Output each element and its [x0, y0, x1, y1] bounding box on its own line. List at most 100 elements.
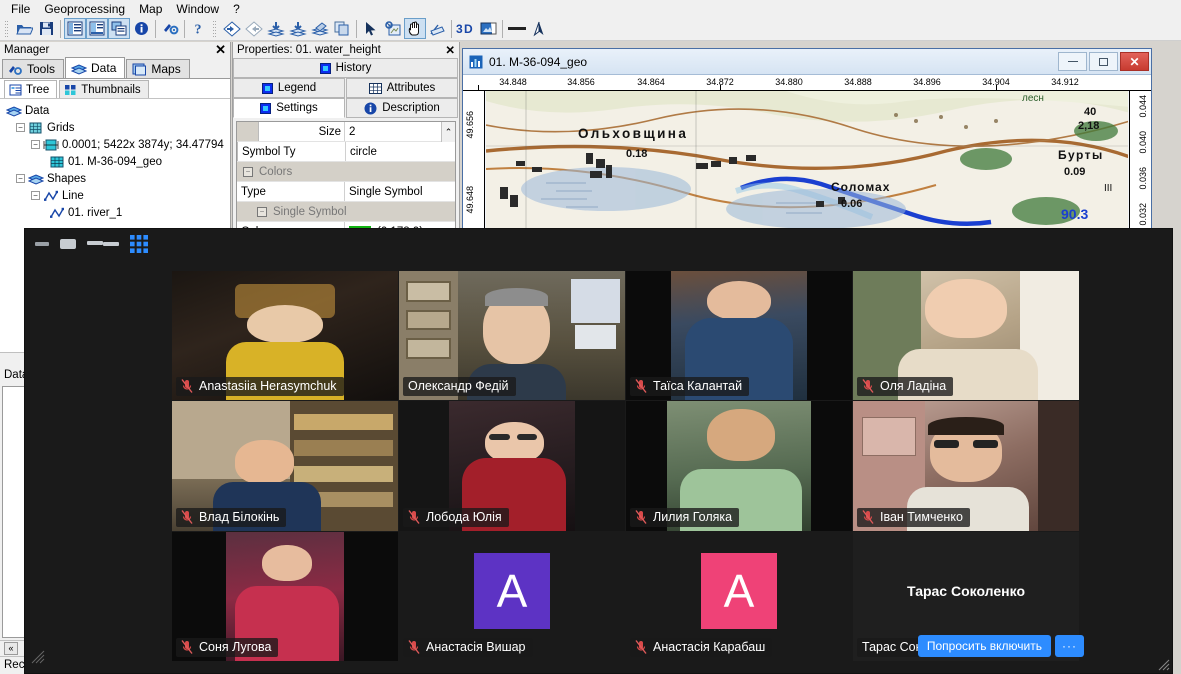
tab-description[interactable]: Description	[346, 98, 458, 118]
restore-button[interactable]	[60, 239, 76, 249]
property-row-size[interactable]: Size 2	[237, 122, 455, 142]
shapes-icon	[28, 173, 44, 185]
participant-tile[interactable]: A Анастасія Вишар	[399, 531, 625, 661]
participant-tile[interactable]: Олександр Федій	[399, 271, 625, 401]
tree-item-line[interactable]: − Line	[4, 187, 230, 204]
scalebar-icon[interactable]	[506, 18, 528, 39]
copy-map-icon[interactable]	[331, 18, 353, 39]
participant-tile[interactable]: Лилия Голяка	[626, 401, 852, 531]
tree-item-grids[interactable]: − Grids	[4, 119, 230, 136]
properties-grid[interactable]: ⌃ Size 2 Symbol Ty circle − Colors Type …	[236, 121, 456, 236]
menu-item-map[interactable]: Map	[132, 1, 169, 17]
next-map-icon[interactable]	[243, 18, 265, 39]
expander-icon[interactable]: −	[31, 140, 40, 149]
maximize-button[interactable]	[1089, 52, 1118, 71]
tree-item-river[interactable]: 01. river_1	[4, 204, 230, 221]
tool-settings-icon[interactable]	[159, 18, 181, 39]
y-tick-label: 0.040	[1138, 131, 1148, 154]
svg-text:0.06: 0.06	[841, 198, 862, 210]
close-icon[interactable]: ✕	[445, 43, 455, 57]
3d-view-icon[interactable]: 3D	[455, 18, 477, 39]
close-icon[interactable]: ✕	[215, 42, 226, 58]
property-group-colors[interactable]: − Colors	[237, 162, 455, 182]
tree-item-grid-layer[interactable]: 01. M-36-094_geo	[4, 153, 230, 170]
property-value[interactable]: 2	[345, 122, 455, 141]
map-canvas[interactable]: Ольховщина 0.18 Бурты 0.09 Соломах 0.06 …	[486, 91, 1128, 237]
expander-icon[interactable]: −	[16, 174, 25, 183]
save-icon[interactable]	[35, 18, 57, 39]
open-folder-icon[interactable]	[13, 18, 35, 39]
info-icon[interactable]	[130, 18, 152, 39]
property-value[interactable]: Single Symbol	[345, 182, 455, 201]
ask-to-unmute-button[interactable]: Попросить включить	[917, 635, 1051, 657]
add-layer-icon[interactable]	[287, 18, 309, 39]
tree-item-data[interactable]: Data	[4, 102, 230, 119]
participant-tile[interactable]: Оля Ладіна	[853, 271, 1079, 401]
close-button[interactable]: ✕	[1120, 52, 1149, 71]
menu-item-file[interactable]: File	[4, 1, 37, 17]
menu-item-window[interactable]: Window	[169, 1, 226, 17]
participant-tile-active[interactable]: Лобода Юлія	[399, 401, 625, 531]
participant-tile[interactable]: Anastasiia Herasymchuk	[172, 271, 398, 401]
tab-legend[interactable]: Legend	[233, 78, 345, 98]
participant-tile[interactable]: Іван Тимченко	[853, 401, 1079, 531]
menu-item-geoprocessing[interactable]: Geoprocessing	[37, 1, 132, 17]
subtab-thumbnails[interactable]: Thumbnails	[59, 80, 149, 98]
map-window-title-bar[interactable]: 01. M-36-094_geo ✕	[463, 49, 1151, 75]
select-pointer-icon[interactable]	[360, 18, 382, 39]
property-row-symbol-type[interactable]: Symbol Ty circle	[237, 142, 455, 162]
tree-item-grid-system[interactable]: − 0.0001; 5422x 3874y; 34.47794	[4, 136, 230, 153]
mic-off-icon	[635, 640, 647, 654]
previous-map-icon[interactable]	[221, 18, 243, 39]
tab-data[interactable]: Data	[65, 57, 126, 78]
svg-text:90.3: 90.3	[1061, 206, 1088, 222]
speaker-view-button[interactable]	[87, 241, 119, 247]
data-collapse-chevron-icon[interactable]: «	[4, 642, 18, 655]
scroll-indicator[interactable]	[31, 650, 45, 667]
toolbar-grip[interactable]	[4, 19, 11, 39]
show-object-properties-icon[interactable]	[86, 18, 108, 39]
measure-distance-icon[interactable]	[426, 18, 448, 39]
show-manager-icon[interactable]	[64, 18, 86, 39]
expander-icon[interactable]: −	[243, 166, 253, 177]
edit-layer-icon[interactable]	[309, 18, 331, 39]
participant-tile[interactable]: Влад Білокінь	[172, 401, 398, 531]
gallery-view-button[interactable]	[130, 235, 148, 253]
tree-item-shapes[interactable]: − Shapes	[4, 170, 230, 187]
participant-tile[interactable]: Соня Лугова	[172, 531, 398, 661]
participant-tile[interactable]: A Анастасія Карабаш	[626, 531, 852, 661]
participant-name: Влад Білокінь	[199, 509, 280, 524]
minimize-button[interactable]	[35, 242, 49, 246]
window-resize-grip[interactable]	[1154, 655, 1170, 671]
tab-tools[interactable]: Tools	[2, 59, 65, 78]
show-data-source-icon[interactable]	[108, 18, 130, 39]
help-icon[interactable]: ?	[188, 18, 210, 39]
legend-icon	[261, 82, 273, 94]
property-row-type[interactable]: Type Single Symbol	[237, 182, 455, 202]
participant-tile[interactable]: Таїса Калантай	[626, 271, 852, 401]
load-layer-icon[interactable]	[265, 18, 287, 39]
property-group-label: − Single Symbol	[237, 202, 350, 221]
tab-maps[interactable]: Maps	[126, 59, 190, 78]
toolbar-separator-3	[184, 19, 185, 38]
tab-history[interactable]: History	[233, 58, 458, 78]
subtab-tree[interactable]: Tree	[4, 80, 58, 98]
menu-item-help[interactable]: ?	[226, 1, 247, 17]
tab-settings[interactable]: Settings	[233, 98, 345, 118]
map-image-icon[interactable]	[477, 18, 499, 39]
property-value[interactable]: circle	[346, 142, 455, 161]
svg-text:?: ?	[194, 23, 201, 37]
pan-hand-icon[interactable]	[404, 18, 426, 39]
expander-icon[interactable]: −	[31, 191, 40, 200]
expander-icon[interactable]: −	[257, 206, 267, 217]
expander-icon[interactable]: −	[16, 123, 25, 132]
toolbar-grip-2[interactable]	[212, 19, 219, 39]
scroll-up-icon[interactable]: ⌃	[441, 122, 455, 142]
line-icon	[50, 207, 64, 218]
more-options-button[interactable]: ···	[1055, 635, 1084, 657]
north-arrow-icon[interactable]	[528, 18, 550, 39]
property-group-single-symbol[interactable]: − Single Symbol	[237, 202, 455, 222]
zoom-region-icon[interactable]	[382, 18, 404, 39]
tab-attributes[interactable]: Attributes	[346, 78, 458, 98]
minimize-button[interactable]	[1058, 52, 1087, 71]
